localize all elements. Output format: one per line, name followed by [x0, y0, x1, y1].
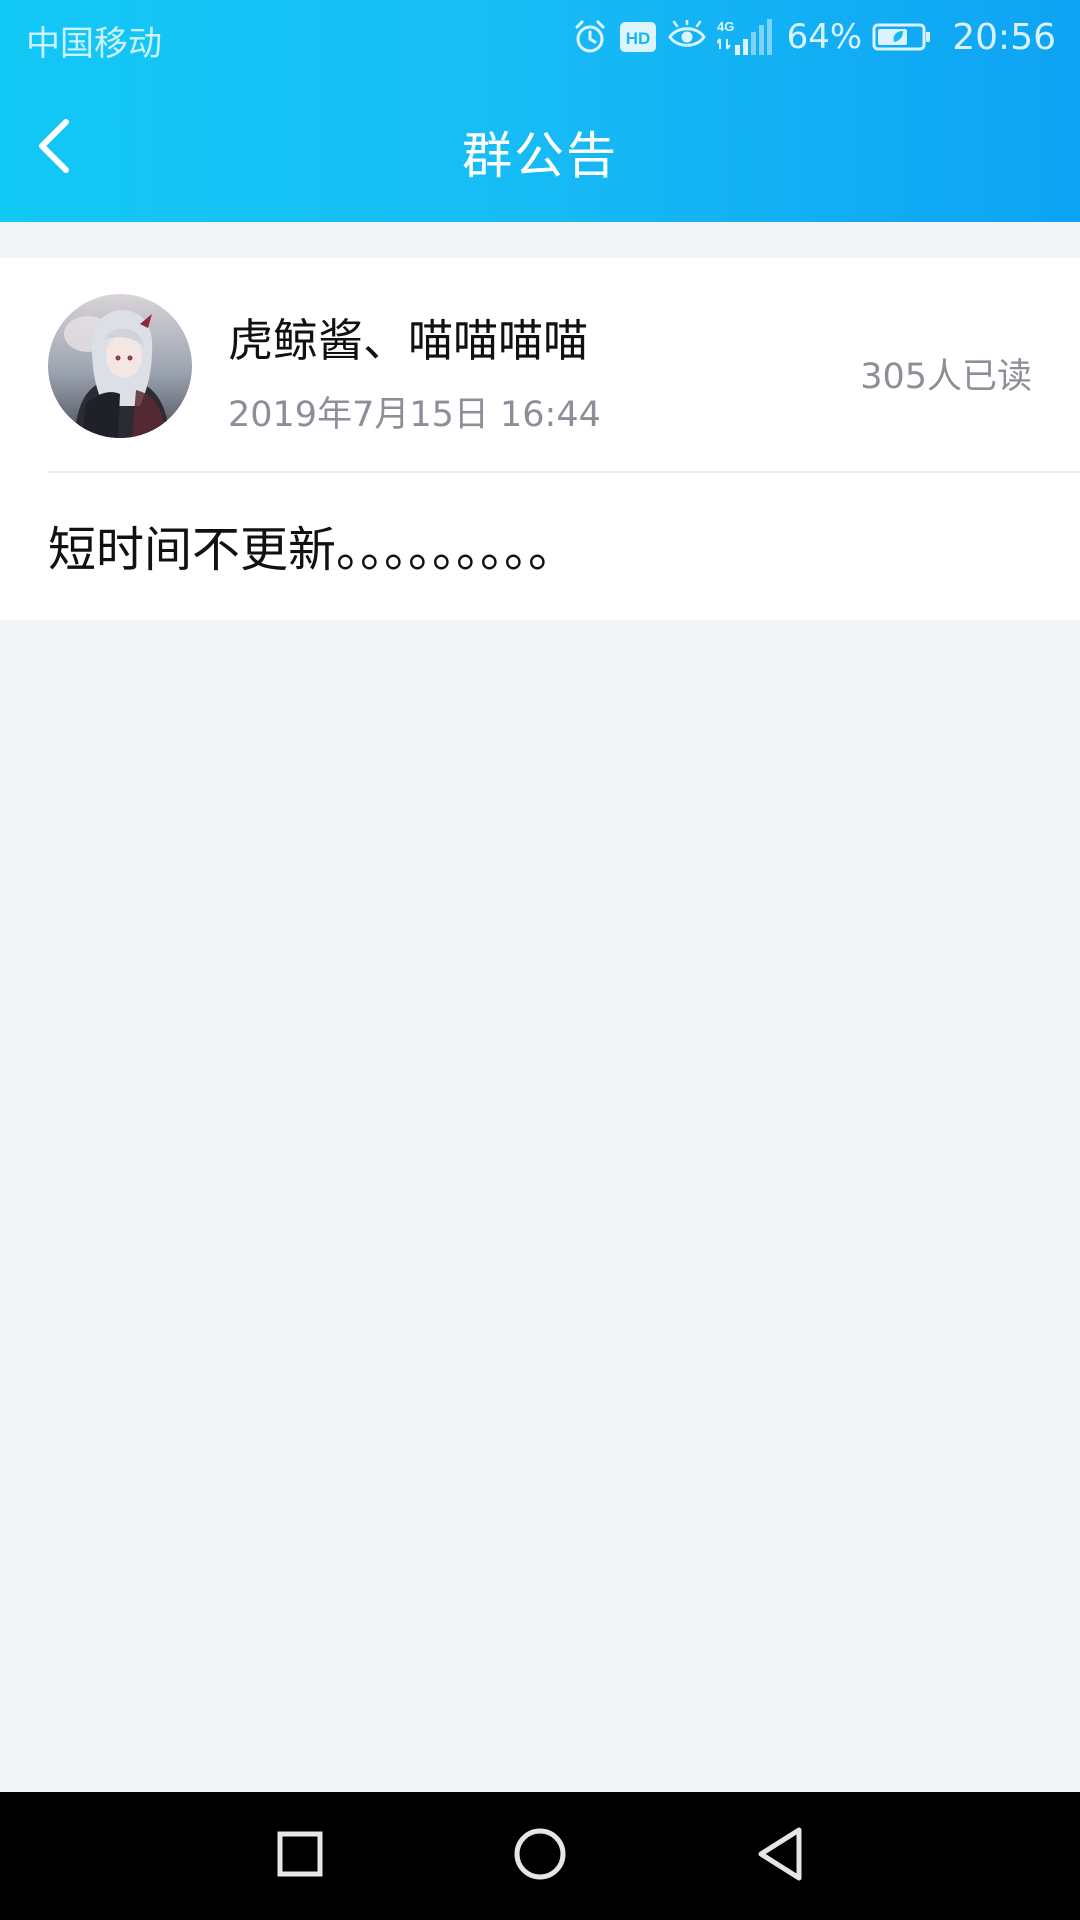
announcement-author: 虎鲸酱、喵喵喵喵 [228, 314, 589, 367]
svg-text:4G: 4G [717, 19, 734, 34]
status-bar: 中国移动 HD 4G 64% 20:56 [0, 0, 1080, 74]
svg-text:HD: HD [625, 29, 650, 48]
nav-back-button[interactable] [740, 1816, 820, 1896]
title-bar: 群公告 [0, 74, 1080, 222]
announcement-card[interactable]: 虎鲸酱、喵喵喵喵 2019年7月15日 16:44 305人已读 短时间不更新。… [0, 258, 1080, 620]
status-time: 20:56 [952, 16, 1056, 58]
back-triangle-icon [753, 1826, 807, 1886]
home-icon [512, 1826, 568, 1886]
home-button[interactable] [500, 1816, 580, 1896]
read-count[interactable]: 305人已读 [860, 348, 1032, 399]
system-nav-bar [0, 1792, 1080, 1920]
eye-icon [667, 20, 707, 54]
signal-icon: 4G [716, 17, 773, 57]
battery-percent: 64% [786, 17, 863, 57]
divider [48, 471, 1080, 473]
carrier-name: 中国移动 [26, 24, 162, 64]
header: 中国移动 HD 4G 64% 20:56 群公告 [0, 0, 1080, 222]
avatar[interactable] [48, 294, 192, 438]
announcement-content: 短时间不更新。。。。。。。。。 [48, 522, 577, 578]
screen: 中国移动 HD 4G 64% 20:56 群公告 虎鲸酱、喵喵喵喵 2019年7… [0, 0, 1080, 1920]
status-icons: HD 4G 64% 20:56 [571, 12, 1056, 62]
recent-apps-button[interactable] [260, 1816, 340, 1896]
alarm-icon [571, 18, 609, 56]
page-title: 群公告 [462, 127, 618, 185]
recent-apps-icon [275, 1829, 325, 1883]
battery-icon [872, 22, 932, 52]
hd-icon: HD [619, 20, 657, 54]
announcement-date: 2019年7月15日 16:44 [228, 395, 601, 435]
